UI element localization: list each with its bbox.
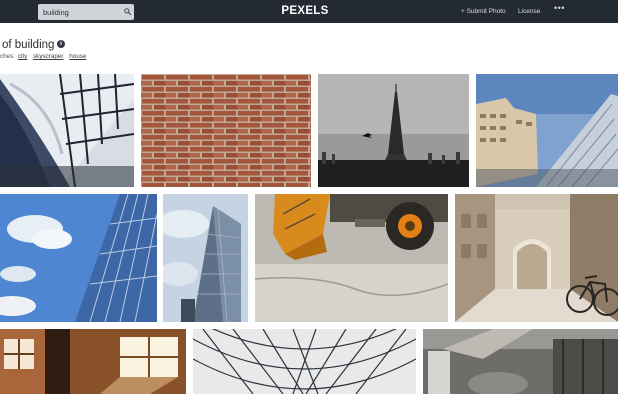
more-icon[interactable]: •••: [554, 4, 565, 13]
photo-glass-skyscraper-image: [476, 74, 618, 187]
pexels-logo[interactable]: PEXELS: [273, 4, 337, 19]
photo-geodesic-roof-image: [193, 329, 416, 394]
related-searches-label: ches:: [0, 53, 16, 60]
photo-sunlit-warehouse-image: [0, 329, 186, 394]
photo-brick-wall-image: [141, 74, 311, 187]
search-input[interactable]: [38, 4, 118, 20]
photo-brick-wall[interactable]: [141, 74, 311, 187]
photo-industrial-interior-image: [423, 329, 618, 394]
license-link[interactable]: License: [518, 7, 540, 16]
photo-glass-facade-sky[interactable]: [0, 194, 157, 322]
photo-excavator-image: [255, 194, 448, 322]
submit-photo-link[interactable]: + Submit Photo: [461, 7, 506, 16]
photo-library-interior[interactable]: [0, 74, 134, 187]
photo-industrial-interior[interactable]: [423, 329, 618, 394]
photo-excavator[interactable]: [255, 194, 448, 322]
photo-eiffel-tower-image: [318, 74, 469, 187]
search-box[interactable]: [38, 4, 134, 20]
photo-glass-skyscraper[interactable]: [476, 74, 618, 187]
top-navigation-bar: PEXELS + Submit Photo License •••: [0, 0, 618, 23]
info-icon[interactable]: i: [57, 40, 65, 48]
photo-sunlit-warehouse[interactable]: [0, 329, 186, 394]
related-tag-skyscraper[interactable]: skyscraper: [33, 53, 63, 60]
photo-tower-low-angle[interactable]: [163, 194, 248, 322]
photo-bicycle-archway-image: [455, 194, 618, 322]
photo-bicycle-archway[interactable]: [455, 194, 618, 322]
photo-library-interior-image: [0, 74, 134, 187]
photo-tower-low-angle-image: [163, 194, 248, 322]
photo-glass-facade-sky-image: [0, 194, 157, 322]
page-title: of building: [2, 39, 55, 51]
related-tag-city[interactable]: city: [18, 53, 27, 60]
photo-geodesic-roof[interactable]: [193, 329, 416, 394]
related-searches: ches: city skyscraper house: [0, 52, 86, 61]
photo-eiffel-tower[interactable]: [318, 74, 469, 187]
search-icon[interactable]: [124, 8, 131, 15]
related-tag-house[interactable]: house: [69, 53, 86, 60]
